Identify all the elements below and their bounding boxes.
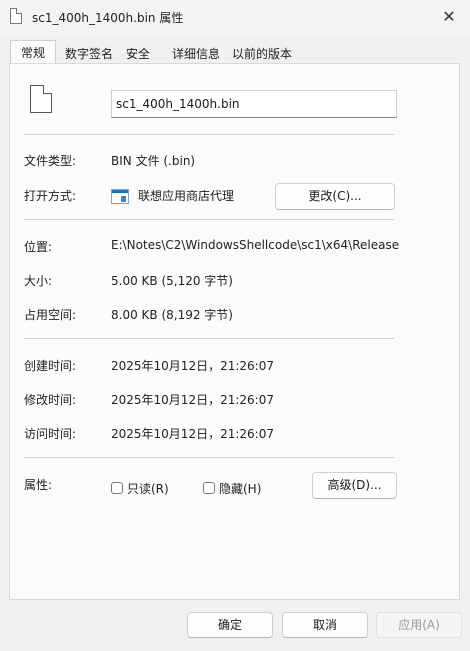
separator (24, 457, 394, 458)
opens-with-label: 打开方式: (24, 189, 77, 203)
window-title: sc1_400h_1400h.bin 属性 (32, 11, 184, 25)
readonly-checkbox[interactable]: 只读(R) (111, 481, 169, 497)
location-value: E:\Notes\C2\WindowsShellcode\sc1\x64\Rel… (111, 238, 400, 252)
tab-previous-versions[interactable]: 以前的版本 (228, 42, 296, 64)
hidden-label: 隐藏(H) (219, 482, 262, 496)
modified-label: 修改时间: (24, 393, 77, 407)
close-icon[interactable]: ✕ (436, 4, 462, 30)
modified-value: 2025年10月12日，21:26:07 (111, 393, 274, 407)
store-app-icon (111, 189, 129, 204)
hidden-checkbox-box[interactable] (203, 482, 215, 494)
size-value: 5.00 KB (5,120 字节) (111, 274, 233, 288)
cancel-button[interactable]: 取消 (282, 612, 368, 638)
tab-security[interactable]: 安全 (120, 42, 156, 64)
separator (24, 134, 394, 135)
size-on-disk-label: 占用空间: (24, 308, 77, 322)
size-on-disk-value: 8.00 KB (8,192 字节) (111, 308, 233, 322)
created-value: 2025年10月12日，21:26:07 (111, 359, 274, 373)
change-button[interactable]: 更改(C)... (275, 183, 395, 210)
created-label: 创建时间: (24, 359, 77, 373)
size-label: 大小: (24, 274, 53, 288)
tab-general[interactable]: 常规 (10, 40, 56, 64)
file-name-input[interactable] (111, 90, 397, 118)
readonly-label: 只读(R) (127, 482, 169, 496)
separator (24, 219, 394, 220)
file-type-value: BIN 文件 (.bin) (111, 154, 196, 168)
accessed-value: 2025年10月12日，21:26:07 (111, 427, 274, 441)
apply-button[interactable]: 应用(A) (376, 612, 462, 638)
tab-digital-signatures[interactable]: 数字签名 (60, 42, 118, 64)
separator (24, 338, 394, 339)
title-bar: sc1_400h_1400h.bin 属性 ✕ (0, 0, 470, 34)
hidden-checkbox[interactable]: 隐藏(H) (203, 481, 261, 497)
file-icon (10, 8, 22, 24)
attributes-label: 属性: (24, 478, 53, 492)
general-panel: 文件类型: BIN 文件 (.bin) 打开方式: 联想应用商店代理 更改(C)… (9, 63, 460, 600)
advanced-button[interactable]: 高级(D)... (312, 472, 397, 499)
file-type-icon (30, 85, 52, 113)
opens-with-value: 联想应用商店代理 (138, 189, 235, 203)
ok-button[interactable]: 确定 (187, 612, 273, 638)
accessed-label: 访问时间: (24, 427, 77, 441)
location-label: 位置: (24, 240, 53, 254)
file-type-label: 文件类型: (24, 154, 77, 168)
tab-details[interactable]: 详细信息 (167, 42, 225, 64)
readonly-checkbox-box[interactable] (111, 482, 123, 494)
